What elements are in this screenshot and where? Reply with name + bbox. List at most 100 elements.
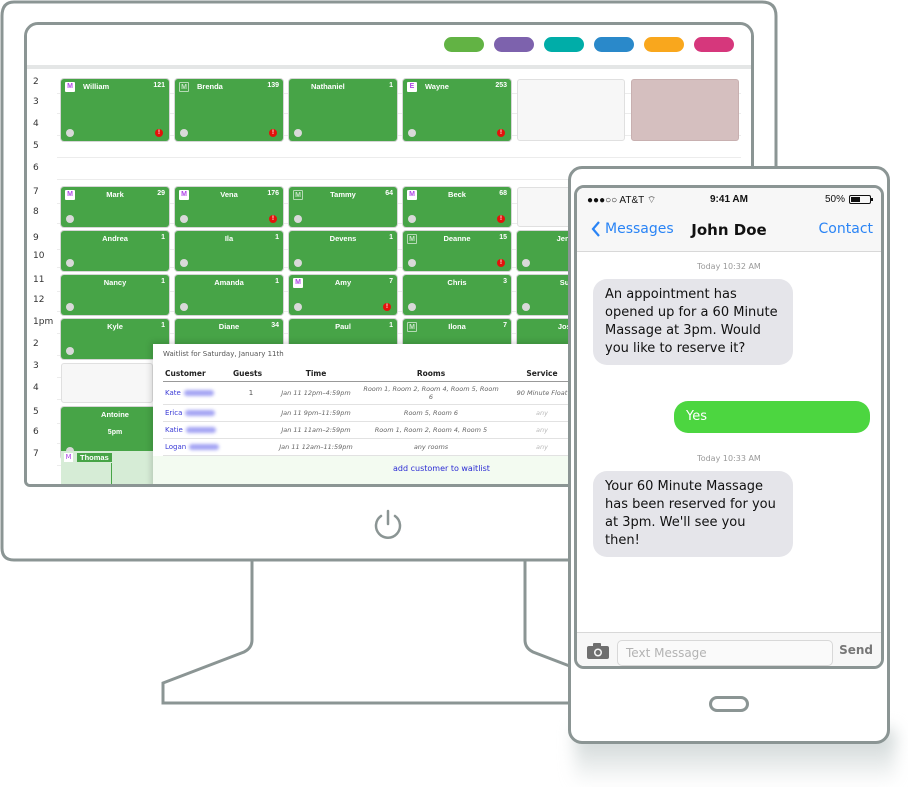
appointment-card[interactable]: M Mark 29 <box>61 187 169 227</box>
appointment-card[interactable]: Nancy 1 <box>61 275 169 315</box>
color-dots <box>444 37 734 52</box>
waitlist-time: Jan 11 11am–2:59pm <box>271 421 361 439</box>
waitlist-customer[interactable]: Logan <box>163 438 231 456</box>
visit-count: 1 <box>161 234 165 241</box>
waitlist-customer[interactable]: Kate <box>163 381 231 405</box>
globe-icon <box>408 259 416 267</box>
hour-label: 8 <box>33 207 39 217</box>
waitlist-guests <box>231 404 271 422</box>
text-message-input[interactable]: Text Message <box>617 640 833 666</box>
waitlist-guests: 1 <box>231 381 271 405</box>
waitlist-rooms: any rooms <box>361 438 501 456</box>
status-bar: ●●●○○ AT&T ⌔ 9:41 AM 50% <box>577 188 881 210</box>
waitlist-row[interactable]: Erica Jan 11 9pm–11:59pm Room 5, Room 6 any <box>163 404 583 422</box>
col-customer: Customer <box>163 366 231 382</box>
alert-icon: ! <box>497 259 505 267</box>
waitlist-popup: Waitlist for Saturday, January 11th Cust… <box>153 344 583 484</box>
grid-line <box>57 157 741 158</box>
alert-icon: ! <box>269 129 277 137</box>
appointment-card[interactable]: M Amy 7! <box>289 275 397 315</box>
globe-icon <box>180 259 188 267</box>
waitlist-customer[interactable]: Erica <box>163 404 231 422</box>
message-thread: Today 10:32 AM An appointment has opened… <box>577 252 881 632</box>
appointment-card[interactable]: Ila 1 <box>175 231 283 271</box>
appointment-customer-name: Andrea <box>102 234 128 243</box>
waitlist-row[interactable]: Kate 1 Jan 11 12pm–4:59pm Room 1, Room 2, R… <box>163 381 583 405</box>
hour-label: 6 <box>33 427 39 437</box>
appointment-card[interactable]: M Deanne 15! <box>403 231 511 271</box>
visit-count: 68 <box>499 190 507 197</box>
color-dot-orange[interactable] <box>644 37 684 52</box>
visit-count: 176 <box>267 190 279 197</box>
color-dot-green[interactable] <box>444 37 484 52</box>
camera-icon[interactable] <box>587 643 609 659</box>
hour-label: 5 <box>33 141 39 151</box>
color-dot-purple[interactable] <box>494 37 534 52</box>
phone: ●●●○○ AT&T ⌔ 9:41 AM 50% Messages John D… <box>568 166 890 744</box>
appointment-card[interactable]: M Thomas <box>61 451 153 484</box>
waitlist-rooms: Room 5, Room 6 <box>361 404 501 422</box>
globe-icon <box>408 215 416 223</box>
col-time: Time <box>271 366 361 382</box>
appointment-card[interactable]: Andrea 1 <box>61 231 169 271</box>
hour-label: 4 <box>33 383 39 393</box>
visit-count: 3 <box>503 278 507 285</box>
battery: 50% <box>825 194 873 205</box>
message-outgoing: Yes <box>674 401 870 433</box>
appointment-card[interactable]: M William 121! <box>61 79 169 141</box>
empty-slot[interactable] <box>61 363 153 403</box>
waitlist-table: Customer Guests Time Rooms Service Kate 1… <box>163 366 583 456</box>
waitlist-rooms: Room 1, Room 2, Room 4, Room 5 <box>361 421 501 439</box>
appointment-card[interactable]: M Brenda 139! <box>175 79 283 141</box>
contact-button[interactable]: Contact <box>819 221 873 237</box>
alert-icon: ! <box>383 303 391 311</box>
appointment-customer-name: Nancy <box>103 278 127 287</box>
appointment-card[interactable]: M Vena 176! <box>175 187 283 227</box>
appointment-card[interactable]: Amanda 1 <box>175 275 283 315</box>
hour-label: 3 <box>33 97 39 107</box>
blocked-slot[interactable] <box>631 79 739 141</box>
visit-count: 15 <box>499 234 507 241</box>
globe-icon <box>180 215 188 223</box>
visit-count: 1 <box>389 82 393 89</box>
waitlist-guests <box>231 438 271 456</box>
visit-count: 1 <box>275 278 279 285</box>
appointment-card[interactable]: E Wayne 253! <box>403 79 511 141</box>
alert-icon: ! <box>155 129 163 137</box>
color-dot-teal[interactable] <box>544 37 584 52</box>
globe-icon <box>180 129 188 137</box>
globe-icon <box>180 303 188 311</box>
appointment-customer-name: Paul <box>335 322 351 331</box>
color-dot-blue[interactable] <box>594 37 634 52</box>
appointment-card[interactable]: Devens 1 <box>289 231 397 271</box>
power-icon[interactable] <box>371 508 405 542</box>
add-customer-to-waitlist-link[interactable]: add customer to waitlist <box>393 464 490 473</box>
visit-count: 34 <box>271 322 279 329</box>
waitlist-row[interactable]: Katie Jan 11 11am–2:59pm Room 1, Room 2, R… <box>163 421 583 439</box>
appointment-card[interactable]: Nathaniel 1 <box>289 79 397 141</box>
message-incoming: An appointment has opened up for a 60 Mi… <box>593 279 793 365</box>
appointment-customer-name: Kyle <box>107 322 123 331</box>
home-button[interactable] <box>709 696 749 712</box>
visit-count: 1 <box>389 322 393 329</box>
appointment-card[interactable]: Chris 3 <box>403 275 511 315</box>
hour-label: 7 <box>33 449 39 459</box>
app-header <box>27 25 751 69</box>
empty-slot[interactable] <box>517 79 625 141</box>
send-button[interactable]: Send <box>839 643 873 657</box>
appointment-customer-name: Ila <box>224 234 234 243</box>
battery-icon <box>849 195 873 204</box>
hour-label: 12 <box>33 295 45 305</box>
col-guests: Guests <box>231 366 271 382</box>
waitlist-customer[interactable]: Katie <box>163 421 231 439</box>
hour-label: 3 <box>33 361 39 371</box>
waitlist-row[interactable]: Logan Jan 11 12am–11:59pm any rooms any <box>163 438 583 456</box>
timestamp: Today 10:33 AM <box>697 454 761 463</box>
appointment-card[interactable]: M Tammy 64 <box>289 187 397 227</box>
appointment-customer-name: Ilona <box>448 322 466 331</box>
appointment-customer-name: Mark <box>106 190 124 199</box>
hour-label: 9 <box>33 233 39 243</box>
color-dot-pink[interactable] <box>694 37 734 52</box>
hour-label: 11 <box>33 275 45 285</box>
appointment-card[interactable]: M Beck 68! <box>403 187 511 227</box>
